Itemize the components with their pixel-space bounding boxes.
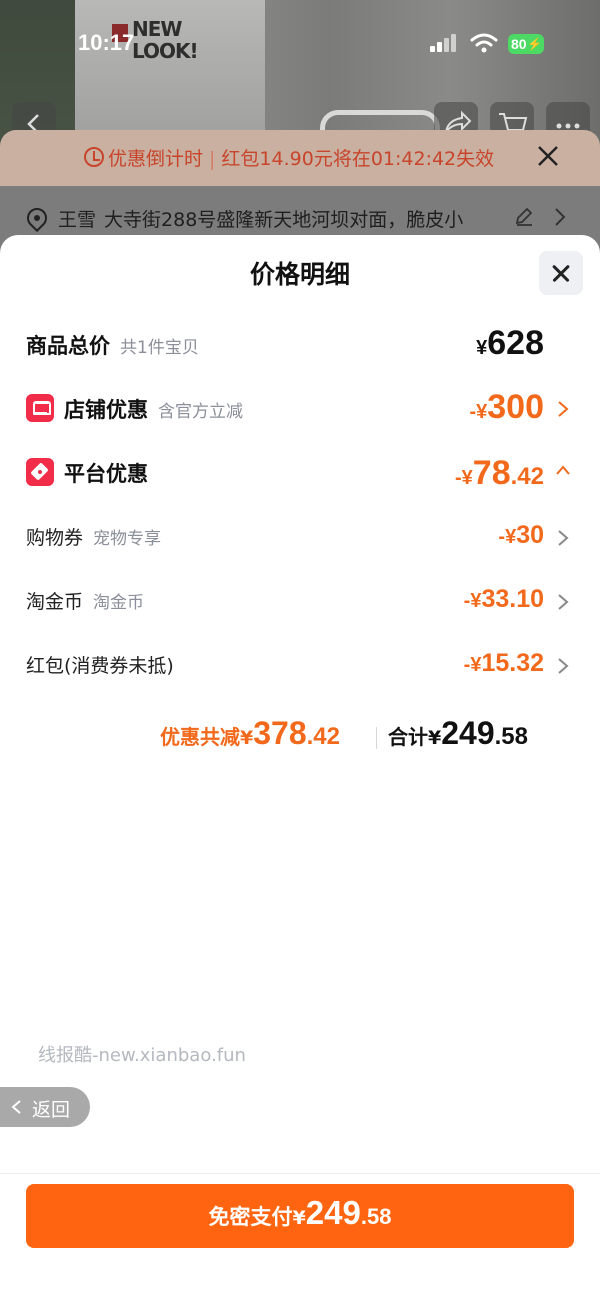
yen-symbol: ¥ bbox=[470, 654, 482, 676]
row-sub: 共1件宝贝 bbox=[120, 338, 199, 358]
row-title: 购物券 bbox=[26, 527, 84, 549]
row-red-packet[interactable]: 红包(消费券未抵) -¥15.32 bbox=[0, 641, 600, 691]
recipient-name: 王雪 bbox=[58, 209, 97, 231]
banner-close-icon[interactable] bbox=[536, 144, 560, 168]
price-detail-sheet: 价格明细 商品总价 共1件宝贝 ¥628 店铺优惠 含官方立减 -¥300 平台优惠… bbox=[0, 235, 600, 1300]
battery-indicator: 80 ⚡ bbox=[508, 34, 544, 54]
close-icon[interactable] bbox=[539, 251, 583, 295]
summary-divider bbox=[376, 727, 377, 749]
address-text: 王雪 大寺街288号盛隆新天地河坝对面，脆皮小 bbox=[58, 205, 503, 232]
location-pin-icon bbox=[22, 203, 52, 233]
total-decimal: .58 bbox=[494, 723, 528, 750]
coupon-tag-icon bbox=[26, 458, 54, 486]
countdown-label: 优惠倒计时 bbox=[108, 148, 204, 170]
yen-symbol: ¥ bbox=[428, 727, 442, 749]
address-detail: 大寺街288号盛隆新天地河坝对面，脆皮小 bbox=[104, 209, 464, 231]
row-label: 店铺优惠 含官方立减 bbox=[64, 394, 243, 424]
pay-amount: 249 bbox=[305, 1194, 361, 1231]
chevron-right-icon bbox=[558, 401, 569, 417]
row-label: 红包(消费券未抵) bbox=[26, 651, 174, 678]
row-shopping-voucher[interactable]: 购物券 宠物专享 -¥30 bbox=[0, 513, 600, 563]
minus-sign: - bbox=[455, 467, 462, 489]
cellular-signal-icon bbox=[430, 34, 462, 52]
chevron-right-icon bbox=[558, 530, 569, 546]
row-amount: -¥15.32 bbox=[464, 649, 544, 678]
row-store-discount[interactable]: 店铺优惠 含官方立减 -¥300 bbox=[0, 384, 600, 434]
row-title: 平台优惠 bbox=[64, 462, 148, 486]
password-free-pay-button[interactable]: 免密支付¥249.58 bbox=[26, 1184, 574, 1248]
row-label: 购物券 宠物专享 bbox=[26, 523, 161, 550]
row-label: 商品总价 共1件宝贝 bbox=[26, 330, 199, 360]
row-sub: 宠物专享 bbox=[93, 529, 162, 549]
row-title: 淘金币 bbox=[26, 591, 84, 613]
amount-value: 78 bbox=[472, 454, 511, 492]
row-amount: -¥300 bbox=[469, 388, 544, 427]
sheet-title: 价格明细 bbox=[249, 260, 350, 289]
amount-value: 30 bbox=[516, 521, 544, 549]
grand-total: 合计¥249.58 bbox=[388, 715, 528, 752]
total-value: 249 bbox=[441, 715, 495, 751]
edit-pencil-icon[interactable] bbox=[514, 206, 534, 226]
row-taojinbi[interactable]: 淘金币 淘金币 -¥33.10 bbox=[0, 577, 600, 627]
yen-symbol: ¥ bbox=[461, 467, 473, 489]
shop-icon bbox=[26, 394, 54, 422]
row-amount: -¥78.42 bbox=[455, 454, 544, 493]
amount-value: 33.10 bbox=[481, 585, 544, 613]
row-amount: -¥30 bbox=[498, 521, 544, 550]
row-sub: 淘金币 bbox=[93, 593, 145, 613]
chevron-right-icon bbox=[558, 594, 569, 610]
countdown-text: 优惠倒计时 | 红包14.90元将在01:42:42失效 bbox=[108, 144, 494, 171]
total-discount: 优惠共减¥378.42 bbox=[160, 715, 340, 752]
chevron-left-icon bbox=[11, 1100, 21, 1114]
chevron-right-icon bbox=[558, 658, 569, 674]
discount-label: 优惠共减 bbox=[160, 725, 240, 749]
chevron-right-icon bbox=[555, 208, 566, 226]
amount-value: 15.32 bbox=[481, 649, 544, 677]
row-sub: 含官方立减 bbox=[158, 402, 243, 422]
yen-symbol: ¥ bbox=[476, 337, 488, 359]
yen-symbol: ¥ bbox=[505, 526, 517, 548]
chevron-up-icon bbox=[556, 465, 570, 475]
yen-symbol: ¥ bbox=[240, 727, 254, 749]
watermark-text: 线报酷-new.xianbao.fun bbox=[38, 1045, 246, 1066]
row-label: 淘金币 淘金币 bbox=[26, 587, 144, 614]
row-amount: -¥33.10 bbox=[464, 585, 544, 614]
row-title: 店铺优惠 bbox=[64, 398, 148, 422]
row-amount: ¥628 bbox=[476, 324, 544, 363]
row-goods-total: 商品总价 共1件宝贝 ¥628 bbox=[0, 320, 600, 370]
row-title: 商品总价 bbox=[26, 334, 110, 358]
amount-value: 628 bbox=[487, 324, 544, 362]
countdown-banner: 优惠倒计时 | 红包14.90元将在01:42:42失效 bbox=[0, 130, 600, 186]
yen-symbol: ¥ bbox=[476, 401, 488, 423]
row-label: 平台优惠 bbox=[64, 458, 148, 488]
amount-value: 300 bbox=[487, 388, 544, 426]
footer-divider bbox=[0, 1173, 600, 1174]
yen-symbol: ¥ bbox=[470, 590, 482, 612]
banner-separator: | bbox=[209, 148, 216, 170]
battery-level: 80 bbox=[511, 36, 527, 52]
charging-bolt-icon: ⚡ bbox=[527, 37, 542, 51]
countdown-message: 红包14.90元将在01:42:42失效 bbox=[221, 148, 495, 170]
logo-text: NEW LOOK! bbox=[132, 17, 199, 63]
discount-value: 378 bbox=[253, 715, 307, 751]
row-title: 红包(消费券未抵) bbox=[26, 655, 174, 677]
wifi-icon bbox=[470, 33, 498, 53]
amount-decimal: .42 bbox=[510, 463, 544, 490]
price-summary: 优惠共减¥378.42 合计¥249.58 bbox=[0, 715, 600, 761]
pay-label: 免密支付 bbox=[208, 1205, 293, 1229]
yen-symbol: ¥ bbox=[292, 1207, 306, 1229]
back-button[interactable]: 返回 bbox=[0, 1087, 90, 1127]
total-label: 合计 bbox=[388, 725, 428, 749]
status-time: 10:17 bbox=[78, 30, 135, 55]
discount-decimal: .42 bbox=[306, 723, 340, 750]
pay-decimal: .58 bbox=[360, 1204, 392, 1229]
clock-icon bbox=[84, 147, 104, 167]
back-label: 返回 bbox=[32, 1099, 71, 1121]
row-platform-discount[interactable]: 平台优惠 -¥78.42 bbox=[0, 448, 600, 498]
